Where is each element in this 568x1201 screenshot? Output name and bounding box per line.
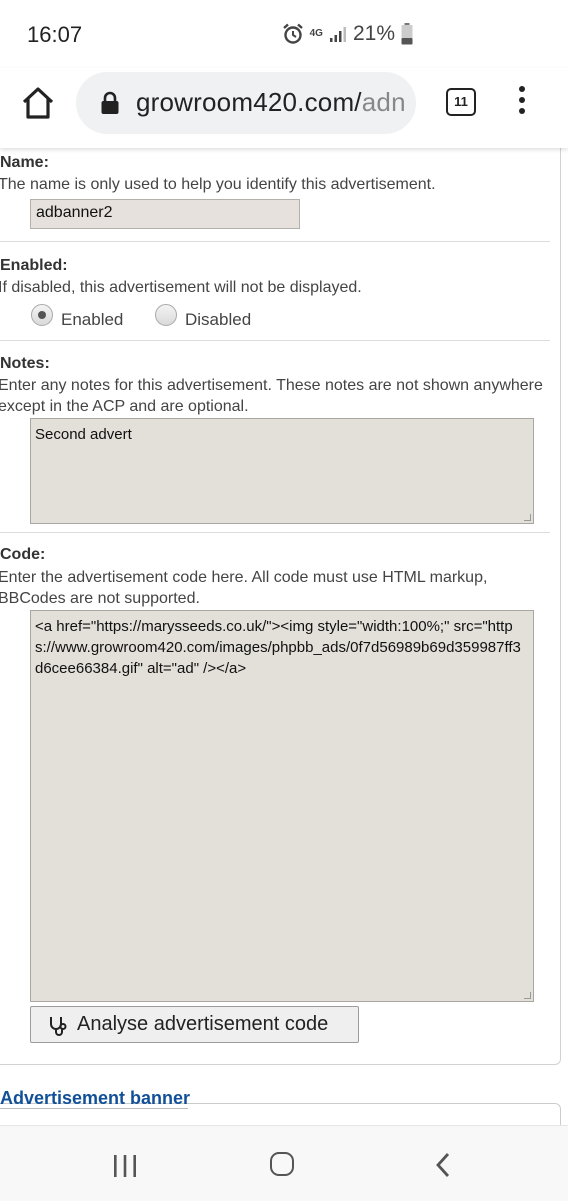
overflow-menu-icon[interactable] [512, 86, 532, 116]
heading-underline [0, 1108, 188, 1109]
enabled-description: If disabled, this advertisement will not… [0, 279, 362, 296]
resize-grip-icon[interactable] [524, 514, 531, 521]
code-textarea[interactable]: <a href="https://marysseeds.co.uk/"><img… [30, 610, 534, 1002]
tabs-icon[interactable]: 11 [446, 88, 476, 116]
divider [0, 532, 550, 533]
resize-grip-icon[interactable] [524, 992, 531, 999]
status-bar: 16:07 4G 21% [0, 0, 568, 68]
url-domain: growroom420.com/ [136, 87, 362, 117]
signal-icon [329, 27, 346, 42]
recent-apps-icon[interactable] [112, 1153, 138, 1179]
enabled-label: Enabled: [0, 257, 68, 274]
alarm-icon [282, 23, 303, 44]
enabled-radio[interactable] [31, 304, 53, 326]
notes-text: Second advert [35, 426, 132, 443]
browser-toolbar: growroom420.com/adn 11 [0, 68, 568, 148]
name-description: The name is only used to help you identi… [0, 176, 436, 193]
code-label: Code: [0, 546, 46, 563]
enabled-radio-label[interactable]: Enabled [61, 310, 123, 330]
notes-description: Enter any notes for this advertisement. … [0, 377, 543, 415]
status-time: 16:07 [27, 22, 83, 47]
name-input[interactable]: adbanner2 [30, 199, 300, 229]
code-description: Enter the advertisement code here. All c… [0, 569, 488, 607]
divider [0, 340, 550, 341]
analyse-code-button[interactable]: Analyse advertisement code [30, 1006, 359, 1043]
battery-icon [401, 23, 413, 45]
name-label: Name: [0, 154, 49, 171]
system-nav-bar [0, 1125, 568, 1201]
home-nav-icon[interactable] [270, 1152, 294, 1176]
stethoscope-icon [50, 1017, 67, 1036]
lock-icon [101, 91, 119, 114]
page-content: Name: The name is only used to help you … [0, 148, 568, 1125]
disabled-radio-label[interactable]: Disabled [185, 310, 251, 330]
address-bar[interactable]: growroom420.com/adn [76, 72, 416, 134]
disabled-radio[interactable] [155, 304, 177, 326]
analyse-code-label: Analyse advertisement code [77, 1013, 329, 1035]
network-4g-icon: 4G [309, 28, 323, 39]
battery-text: 21% [352, 22, 395, 45]
url-path: adn [361, 87, 406, 117]
notes-label: Notes: [0, 355, 50, 372]
code-text: <a href="https://marysseeds.co.uk/"><img… [35, 618, 521, 677]
url-text: growroom420.com/adn [136, 87, 406, 118]
back-icon[interactable] [434, 1152, 452, 1178]
advertisement-banner-heading: Advertisement banner [0, 1088, 191, 1108]
divider [0, 241, 550, 242]
notes-textarea[interactable]: Second advert [30, 418, 534, 524]
home-icon[interactable] [18, 83, 58, 123]
status-icons: 4G 21% [282, 22, 413, 46]
